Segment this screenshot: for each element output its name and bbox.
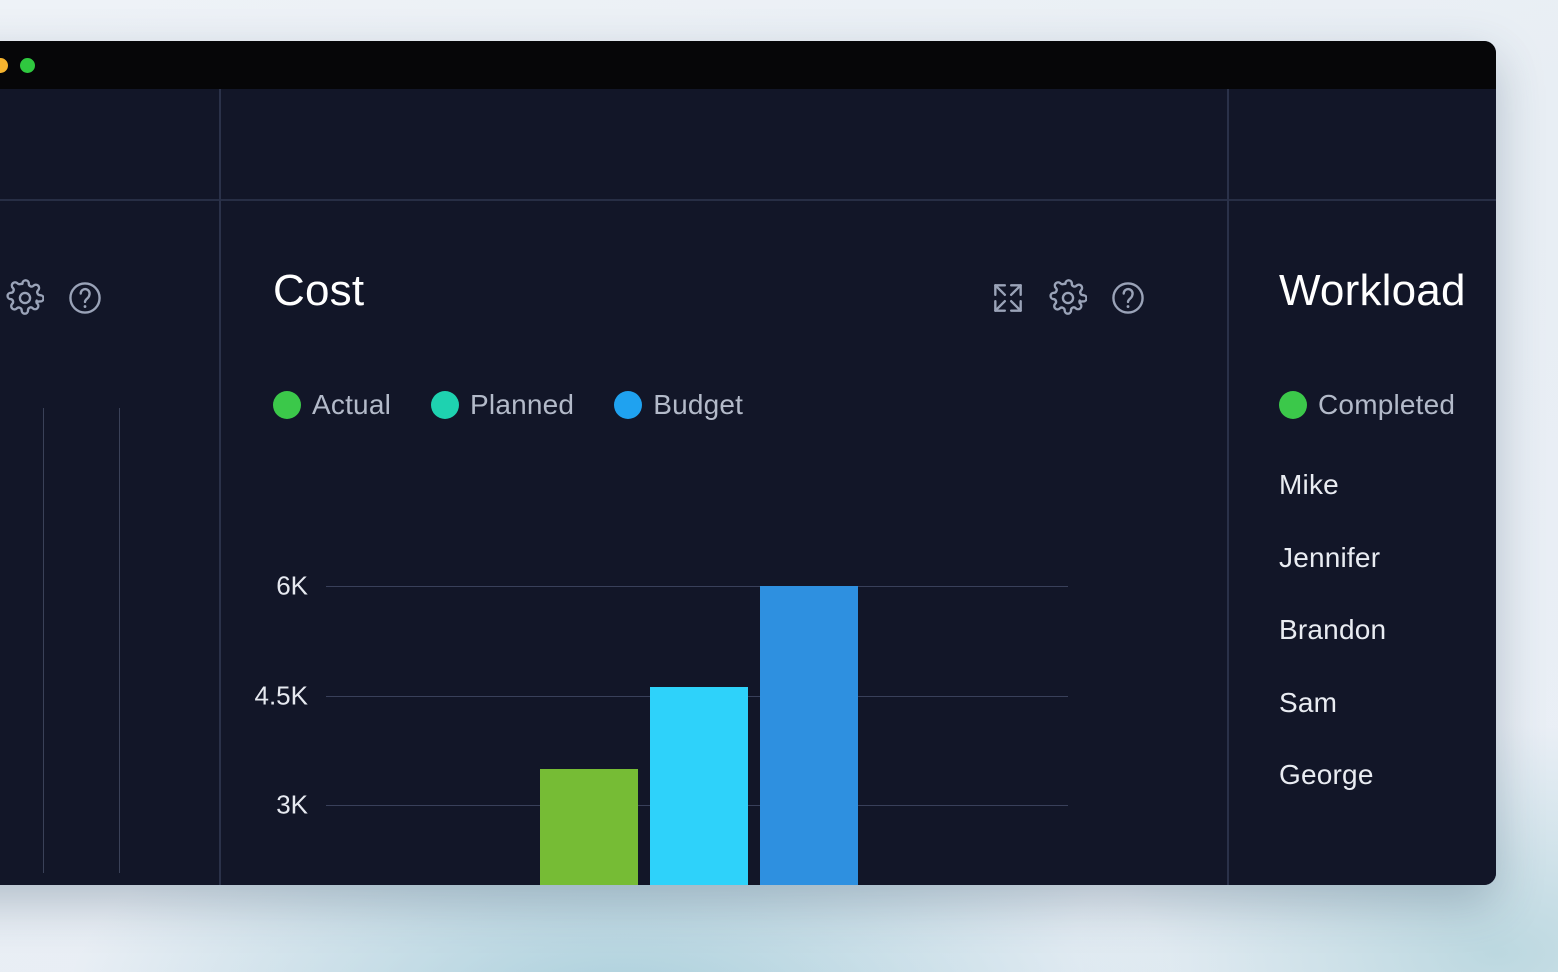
legend-color-swatch xyxy=(273,391,301,419)
window-titlebar xyxy=(0,41,1496,89)
legend-item[interactable]: Planned xyxy=(431,389,574,421)
legend-label: Planned xyxy=(470,389,575,420)
cost-bar-chart: 6K4.5K3K1.5K$0 xyxy=(221,451,1227,885)
left-panel-icon-row xyxy=(0,279,104,317)
workload-title: Workload xyxy=(1279,266,1466,315)
workload-legend: Completed xyxy=(1279,389,1477,421)
legend-item[interactable]: Budget xyxy=(614,389,743,421)
workload-name-row[interactable]: Mike xyxy=(1279,469,1339,501)
gear-icon[interactable] xyxy=(6,279,44,317)
workload-name-row[interactable]: Jennifer xyxy=(1279,542,1380,574)
expand-icon[interactable] xyxy=(989,279,1027,317)
cost-panel-header: Cost xyxy=(221,201,1227,315)
legend-color-swatch xyxy=(431,391,460,419)
zoom-button[interactable] xyxy=(20,57,35,73)
chart-gridline xyxy=(326,586,1068,587)
legend-color-swatch xyxy=(1279,391,1307,419)
chart-ytick-label: 4.5K xyxy=(254,680,309,710)
chart-ytick-label: 6K xyxy=(276,570,308,601)
cost-panel-icon-row xyxy=(989,279,1147,317)
left-chart-gridline xyxy=(43,408,44,873)
legend-color-swatch xyxy=(614,391,643,419)
legend-label: Actual xyxy=(312,389,392,420)
left-panel: 75 100 xyxy=(0,201,219,885)
legend-item[interactable]: Actual xyxy=(273,389,391,421)
left-chart-gridline xyxy=(119,408,120,873)
page-title: Cost xyxy=(273,266,365,315)
workload-name-row[interactable]: George xyxy=(1279,759,1374,791)
chart-bar[interactable] xyxy=(650,686,748,885)
chart-legend: Actual Planned Budget xyxy=(273,389,765,421)
app-window: 75 100 Cost xyxy=(0,41,1496,885)
dashboard-grid: 75 100 Cost xyxy=(0,89,1496,885)
legend-label: Completed xyxy=(1318,389,1456,420)
workload-panel: Workload Completed Mike Jennifer Brandon Sa… xyxy=(1229,201,1496,885)
help-icon[interactable] xyxy=(66,279,104,317)
chart-bar[interactable] xyxy=(760,586,858,885)
legend-label: Budget xyxy=(653,389,744,420)
chart-bar[interactable] xyxy=(540,768,638,885)
cost-panel: Cost Actual Planned Budget 6K 4.5K 3K xyxy=(221,201,1227,885)
chart-ytick-label: 3K xyxy=(276,789,308,820)
page-root: 75 100 Cost xyxy=(0,0,1558,972)
minimize-button[interactable] xyxy=(0,57,8,73)
gear-icon[interactable] xyxy=(1049,279,1087,317)
workload-name-row[interactable]: Brandon xyxy=(1279,614,1386,646)
help-icon[interactable] xyxy=(1109,279,1147,317)
workload-name-row[interactable]: Sam xyxy=(1279,687,1337,719)
legend-item[interactable]: Completed xyxy=(1279,389,1455,421)
